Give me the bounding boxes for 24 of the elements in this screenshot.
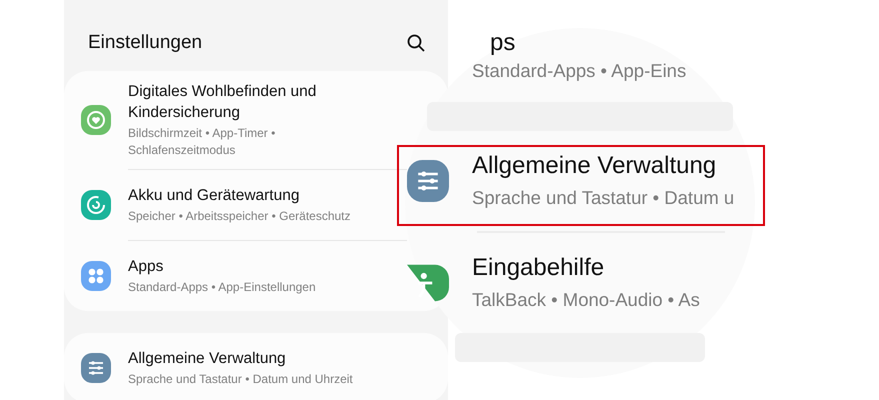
search-icon[interactable] — [406, 33, 426, 53]
item-title: ps — [489, 28, 516, 58]
refresh-ring-icon — [81, 190, 111, 220]
item-title: Allgemeine Verwaltung — [128, 349, 287, 369]
item-subtitle: Bildschirmzeit • App-Timer • Schlafenszeitmodus — [128, 125, 276, 159]
four-dots-icon — [81, 261, 111, 291]
sliders-icon — [81, 353, 111, 383]
item-subtitle: Standard-Apps • App-Einstellungen — [128, 279, 316, 296]
item-title: Allgemeine Verwaltung — [472, 151, 718, 181]
settings-item[interactable]: Apps Standard-Apps • App-Einstellungen — [64, 241, 316, 311]
settings-item[interactable]: Akku und Gerätewartung Speicher • Arbeitsspeicher • Geräteschutz — [64, 170, 351, 240]
item-subtitle: Speicher • Arbeitsspeicher • Geräteschutz — [128, 208, 351, 225]
item-subtitle: TalkBack • Mono-Audio • As — [472, 288, 700, 312]
item-subtitle: Sprache und Tastatur • Datum und Uhrzeit — [128, 371, 353, 388]
heart-ring-icon — [81, 105, 111, 135]
item-subtitle: Sprache und Tastatur • Datum u — [472, 186, 734, 210]
page-title: Einstellungen — [88, 32, 202, 54]
item-title: Eingabehilfe — [472, 253, 606, 283]
item-title: Apps — [128, 257, 164, 277]
item-title: Akku und Gerätewartung — [128, 186, 300, 206]
item-title: Digitales Wohlbefinden und Kindersicherung — [128, 82, 318, 123]
settings-item[interactable]: Digitales Wohlbefinden und Kindersicherung Bildschirmzeit • App-Timer • Schlafenszeitmodus — [64, 71, 378, 169]
item-subtitle: Standard-Apps • App-Eins — [472, 59, 686, 83]
settings-item[interactable]: Allgemeine Verwaltung Sprache und Tastatur • Datum und Uhrzeit — [64, 333, 353, 400]
